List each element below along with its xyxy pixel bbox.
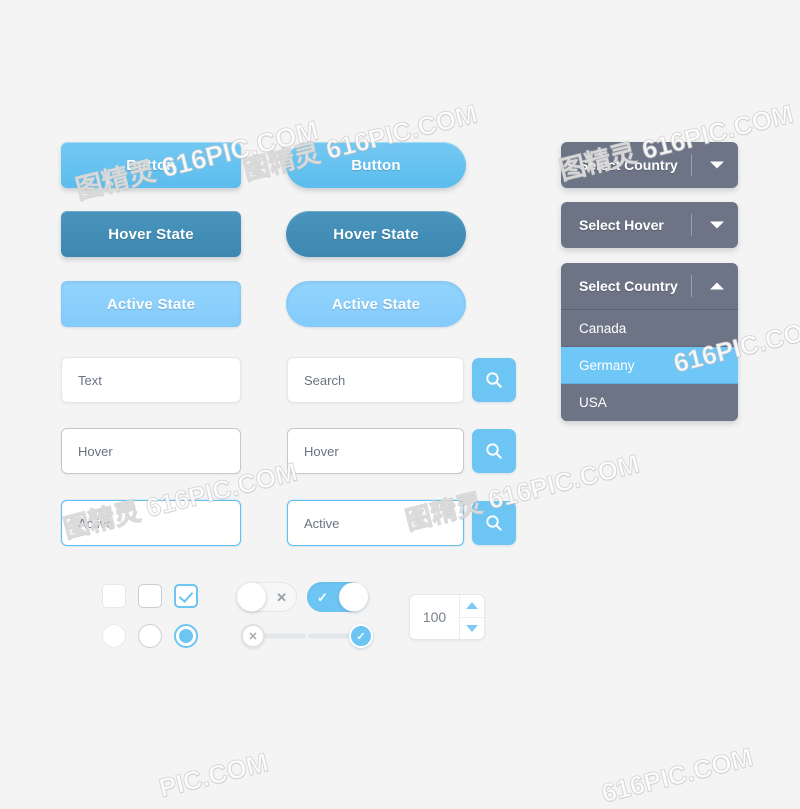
select-option-list: Canada Germany USA: [561, 309, 738, 421]
search-input-hover[interactable]: Hover: [287, 428, 464, 474]
button-rect-hover-label: Hover State: [108, 225, 194, 243]
triangle-down-icon: [466, 624, 478, 632]
select-option-canada[interactable]: Canada: [561, 310, 738, 347]
search-input-normal[interactable]: Search: [287, 357, 464, 403]
slider-on-glyph: ✓: [356, 630, 366, 643]
toggle-on-knob[interactable]: [339, 582, 368, 612]
select-hover[interactable]: Select Hover: [561, 202, 738, 248]
button-pill-active-label: Active State: [331, 295, 421, 313]
search-input-active[interactable]: Active: [287, 500, 464, 546]
search-input-normal-value: Search: [304, 372, 346, 388]
text-input-hover[interactable]: Hover: [61, 428, 241, 474]
number-stepper[interactable]: 100: [409, 594, 485, 640]
select-option-germany-label: Germany: [579, 357, 635, 373]
stepper-increment-button[interactable]: [460, 595, 484, 618]
search-button-active[interactable]: [472, 501, 516, 545]
slider-off-handle[interactable]: ✕: [241, 624, 265, 648]
toggle-off[interactable]: ✕: [237, 582, 297, 612]
select-country-open-label: Select Country: [579, 278, 678, 294]
stepper-decrement-button[interactable]: [460, 618, 484, 640]
search-button-hover[interactable]: [472, 429, 516, 473]
select-option-usa-label: USA: [579, 395, 607, 410]
watermark: 616PIC.COM: [598, 741, 756, 809]
select-country-open[interactable]: Select Country Canada Germany USA: [561, 263, 738, 421]
select-hover-label: Select Hover: [579, 217, 664, 233]
select-country-closed-label: Select Country: [579, 157, 678, 173]
button-rect-normal-label: Button: [126, 156, 176, 174]
button-rect-active[interactable]: Active State: [61, 281, 241, 327]
button-pill-active[interactable]: Active State: [286, 281, 466, 327]
text-input-active[interactable]: Active: [61, 500, 241, 546]
search-icon: [486, 515, 502, 531]
select-country-closed-head[interactable]: Select Country: [561, 142, 738, 188]
button-rect-active-label: Active State: [106, 295, 196, 313]
slider-on[interactable]: ✓: [308, 624, 373, 648]
button-pill-normal-label: Button: [351, 156, 401, 174]
select-divider: [691, 154, 692, 176]
text-input-normal-value: Text: [78, 372, 102, 388]
chevron-up-icon[interactable]: [710, 282, 724, 290]
search-button-normal[interactable]: [472, 358, 516, 402]
watermark: PIC.COM: [155, 747, 272, 804]
search-icon: [486, 443, 502, 459]
number-stepper-value[interactable]: 100: [410, 595, 459, 639]
select-country-closed[interactable]: Select Country: [561, 142, 738, 188]
chevron-down-icon[interactable]: [710, 161, 724, 169]
radio-checked[interactable]: [174, 624, 198, 648]
slider-on-handle[interactable]: ✓: [349, 624, 373, 648]
checkbox-normal[interactable]: [102, 584, 126, 608]
button-rect-normal[interactable]: Button: [61, 142, 241, 188]
button-pill-normal[interactable]: Button: [286, 142, 466, 188]
text-input-hover-value: Hover: [78, 443, 113, 459]
select-option-germany[interactable]: Germany: [561, 347, 738, 384]
select-option-usa[interactable]: USA: [561, 384, 738, 421]
button-rect-hover[interactable]: Hover State: [61, 211, 241, 257]
toggle-on-glyph: ✓: [317, 589, 328, 605]
slider-off[interactable]: ✕: [241, 624, 306, 648]
select-divider: [691, 214, 692, 236]
text-input-normal[interactable]: Text: [61, 357, 241, 403]
select-option-canada-label: Canada: [579, 320, 627, 336]
toggle-off-knob[interactable]: [237, 582, 266, 612]
search-input-active-value: Active: [304, 515, 340, 531]
select-divider: [691, 275, 692, 297]
triangle-up-icon: [466, 602, 478, 610]
text-input-active-value: Active: [78, 515, 114, 531]
checkbox-checked[interactable]: [174, 584, 198, 608]
search-input-hover-value: Hover: [304, 443, 339, 459]
toggle-on[interactable]: ✓: [307, 582, 368, 612]
chevron-down-icon[interactable]: [710, 221, 724, 229]
button-pill-hover[interactable]: Hover State: [286, 211, 466, 257]
select-country-open-head[interactable]: Select Country: [561, 263, 738, 309]
radio-normal[interactable]: [102, 624, 126, 648]
number-stepper-arrows: [459, 595, 484, 639]
select-hover-head[interactable]: Select Hover: [561, 202, 738, 248]
radio-hover[interactable]: [138, 624, 162, 648]
slider-off-glyph: ✕: [248, 630, 258, 643]
toggle-off-glyph: ✕: [276, 589, 287, 605]
button-pill-hover-label: Hover State: [333, 225, 419, 243]
search-icon: [486, 372, 502, 388]
ui-kit-canvas: Button Hover State Active State Button H…: [0, 0, 800, 809]
checkbox-hover[interactable]: [138, 584, 162, 608]
